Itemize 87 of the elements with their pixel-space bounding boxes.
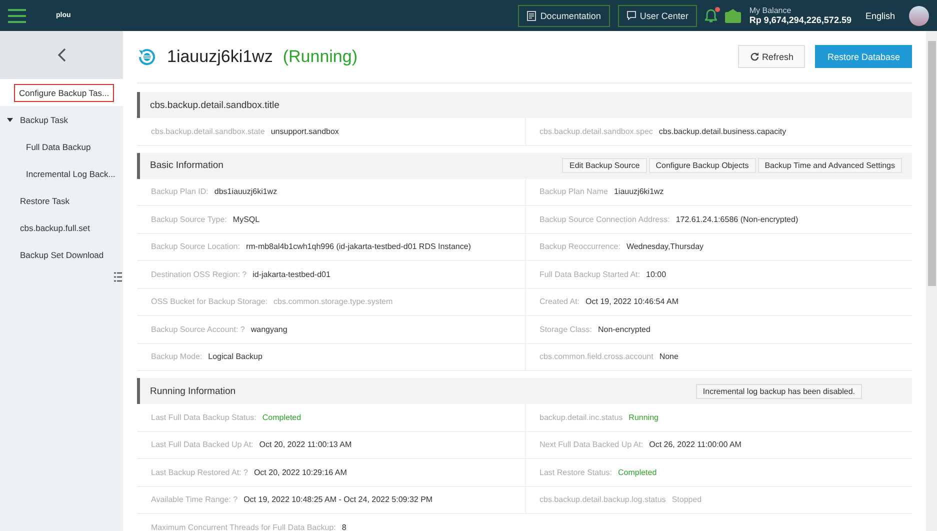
field-value: Completed (618, 468, 657, 477)
field-label: Available Time Range: ? (151, 495, 238, 504)
field-label: Backup Source Account: ? (151, 324, 245, 334)
action-button[interactable]: Backup Time and Advanced Settings (758, 158, 902, 173)
field-value: Oct 19, 2022 10:48:25 AM - Oct 24, 2022 5:09:32 PM (244, 495, 433, 504)
field-label: cbs.backup.detail.backup.log.status (540, 495, 666, 504)
field-value: Wednesday,Thursday (626, 242, 704, 252)
action-button[interactable]: Edit Backup Source (562, 158, 647, 173)
field-value: Completed (262, 412, 302, 422)
field-value: rm-mb8al4b1cwh1qh996 (id-jakarta-testbed-d01 RDS Instance) (246, 242, 471, 252)
field-value: Logical Backup (208, 352, 262, 362)
task-status: (Running) (282, 46, 358, 66)
field-label: Backup Source Type: (151, 214, 227, 224)
scrollbar[interactable] (926, 31, 937, 531)
field-value: wangyang (250, 324, 288, 334)
sidebar-item[interactable]: Incremental Log Back... (0, 160, 123, 187)
chat-icon (626, 11, 636, 20)
field-value: Running (628, 412, 658, 422)
refresh-icon (750, 52, 759, 61)
section-title: Basic Information (150, 160, 224, 171)
field-label: cbs.backup.detail.sandbox.state (151, 126, 265, 136)
field-value: 10:00 (646, 270, 666, 279)
sidebar-item[interactable]: Backup Task (0, 106, 123, 133)
field-value: None (659, 352, 678, 362)
refresh-button[interactable]: Refresh (738, 45, 806, 68)
action-button[interactable]: Configure Backup Objects (648, 158, 756, 173)
field-label: Backup Reoccurrence: (540, 242, 620, 252)
header-link[interactable]: User Center (618, 4, 698, 26)
field-label: Backup Plan ID: (151, 187, 208, 196)
database-sync-icon (137, 46, 157, 66)
sidebar-item-label: Restore Task (20, 196, 70, 206)
field-label: Last Full Data Backed Up At: (151, 440, 254, 450)
field-value: 172.61.24.1:6586 (Non-encrypted) (676, 214, 798, 224)
wallet-icon[interactable] (725, 8, 742, 22)
field-value: Oct 19, 2022 10:46:54 AM (586, 297, 678, 306)
balance-label: My Balance (749, 6, 792, 15)
field-label: Last Full Data Backup Status: (151, 412, 256, 422)
field-value: dbs1iauuzj6ki1wz (214, 187, 278, 196)
field-value: id-jakarta-testbed-d01 (252, 270, 330, 279)
field-label: Backup Mode: (151, 352, 202, 362)
info-note: Incremental log backup has been disabled. (696, 384, 862, 398)
field-value: Non-encrypted (598, 324, 650, 334)
field-value: cbs.backup.detail.business.capacity (658, 126, 786, 136)
field-label: cbs.common.field.cross.account (540, 352, 654, 362)
field-label: Backup Plan Name (540, 187, 608, 196)
field-value: Oct 20, 2022 10:29:16 AM (254, 468, 347, 477)
field-label: Storage Class: (540, 324, 592, 334)
menu-icon[interactable] (8, 8, 26, 22)
field-label: Backup Source Connection Address: (540, 214, 670, 224)
sidebar-item[interactable]: Backup Set Download (0, 241, 123, 268)
field-value: MySQL (232, 214, 260, 224)
field-label: Created At: (540, 297, 580, 306)
header-link[interactable]: Documentation (518, 4, 610, 26)
field-value: 8 (342, 522, 346, 531)
sidebar-item[interactable]: Configure Backup Tas... (0, 79, 123, 106)
field-value: unsupport.sandbox (270, 126, 339, 136)
document-icon (527, 10, 536, 20)
sidebar-item-label: cbs.backup.full.set (20, 222, 90, 232)
section-title: cbs.backup.detail.sandbox.title (150, 100, 280, 110)
collapse-icon[interactable] (114, 272, 122, 282)
field-label: Last Backup Restored At: ? (151, 468, 248, 477)
balance-value: Rp 9,674,294,226,572.59 (749, 15, 852, 25)
section-title: Running Information (150, 386, 236, 396)
field-label: OSS Bucket for Backup Storage: (151, 297, 268, 306)
back-icon[interactable] (58, 48, 66, 62)
language-selector[interactable]: English (865, 10, 895, 20)
sidebar-item-label: Backup Set Download (20, 250, 104, 260)
sidebar-item-label: Incremental Log Back... (26, 168, 116, 178)
sidebar-item-label: Configure Backup Tas... (14, 84, 114, 102)
bell-icon[interactable] (705, 8, 718, 22)
field-label: Destination OSS Region: ? (151, 270, 247, 279)
field-label: Next Full Data Backed Up At: (540, 440, 644, 450)
field-value: 1iauuzj6ki1wz (614, 187, 664, 196)
field-label: cbs.backup.detail.sandbox.spec (540, 126, 653, 136)
field-label: backup.detail.inc.status (540, 412, 623, 422)
field-label: Full Data Backup Started At: (540, 270, 640, 279)
task-name: 1iauuzj6ki1wz (167, 46, 273, 66)
avatar[interactable] (909, 6, 929, 26)
sidebar-item[interactable]: Full Data Backup (0, 133, 123, 160)
field-label: Backup Source Location: (151, 242, 240, 252)
field-value: Oct 20, 2022 11:00:13 AM (259, 440, 352, 450)
sidebar-item[interactable]: Restore Task (0, 187, 123, 214)
field-label: Last Restore Status: (540, 468, 612, 477)
sidebar-item-label: Backup Task (20, 114, 68, 124)
sidebar-item-label: Full Data Backup (26, 142, 91, 152)
sidebar-item[interactable]: cbs.backup.full.set (0, 214, 123, 241)
field-value: Oct 26, 2022 11:00:00 AM (649, 440, 742, 450)
